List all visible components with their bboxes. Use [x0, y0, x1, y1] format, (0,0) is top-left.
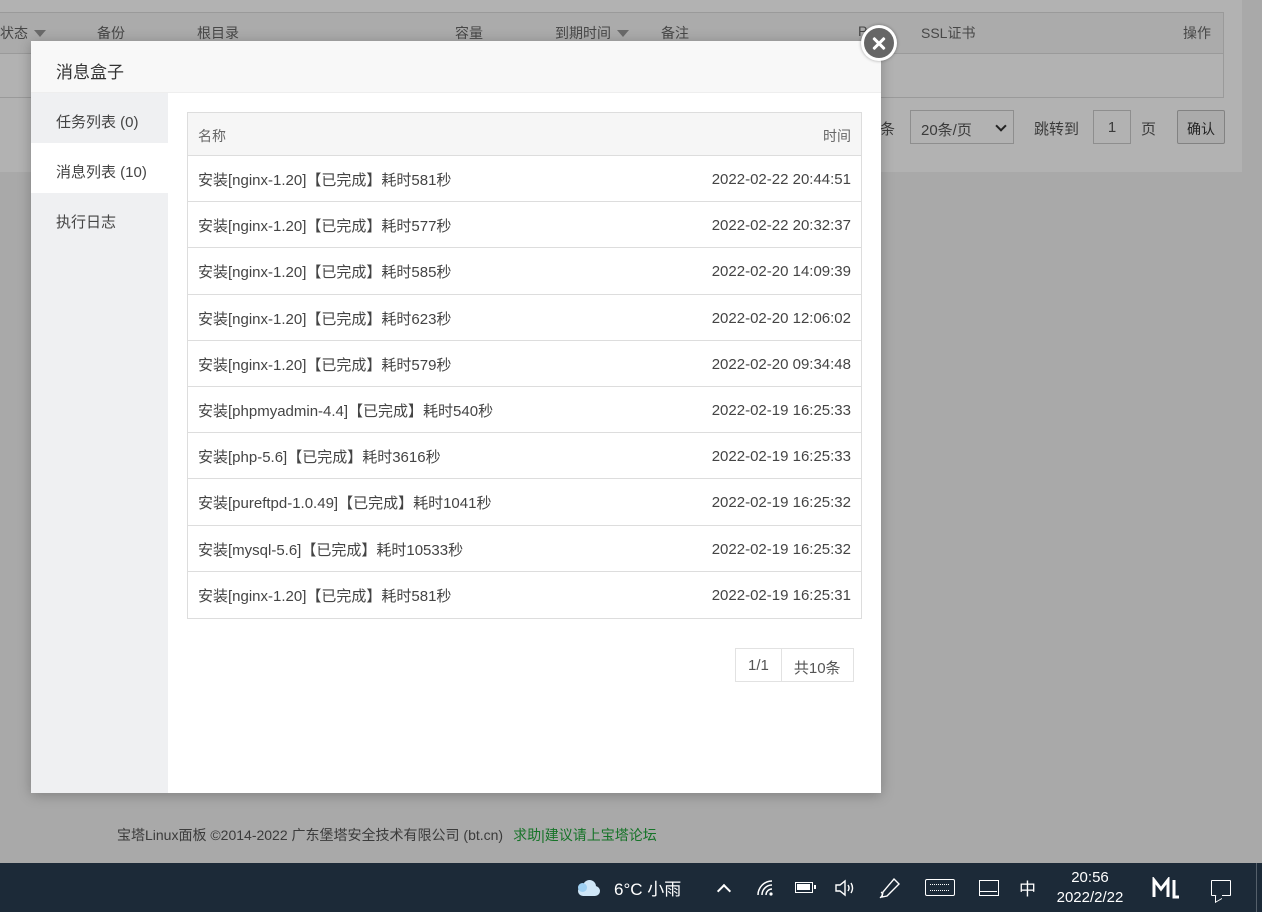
message-table-header: 名称 时间 — [188, 113, 861, 156]
show-desktop-divider[interactable] — [1256, 863, 1257, 912]
tablet-mode-button[interactable] — [979, 863, 999, 912]
table-row: 安装[nginx-1.20]【已完成】耗时623秒 2022-02-20 12:0… — [188, 295, 861, 341]
message-name: 安装[nginx-1.20]【已完成】耗时577秒 — [198, 218, 452, 236]
pen-icon — [879, 877, 900, 898]
tab-execution-log[interactable]: 执行日志 — [31, 193, 168, 243]
notification-center-button[interactable] — [1211, 863, 1231, 912]
ime-indicator: 中 — [1019, 880, 1036, 899]
chevron-up-icon — [716, 883, 732, 898]
battery-icon — [795, 882, 816, 893]
weather-widget[interactable]: 6°C 小雨 — [576, 863, 681, 912]
message-name: 安装[nginx-1.20]【已完成】耗时623秒 — [198, 310, 452, 328]
touch-keyboard-button[interactable] — [925, 863, 955, 912]
message-time: 2022-02-22 20:32:37 — [711, 217, 851, 235]
tab-message-list[interactable]: 消息列表 (10) — [31, 143, 168, 193]
message-time: 2022-02-19 16:25:32 — [711, 540, 851, 558]
table-row: 安装[nginx-1.20]【已完成】耗时585秒 2022-02-20 14:0… — [188, 248, 861, 295]
message-time: 2022-02-20 12:06:02 — [711, 309, 851, 327]
header-name: 名称 — [198, 128, 226, 144]
message-name: 安装[pureftpd-1.0.49]【已完成】耗时1041秒 — [198, 495, 492, 513]
tablet-mode-icon — [979, 879, 999, 896]
message-name: 安装[php-5.6]【已完成】耗时3616秒 — [198, 449, 441, 467]
message-table-body: 安装[nginx-1.20]【已完成】耗时581秒 2022-02-22 20:4… — [188, 156, 861, 618]
notification-icon — [1211, 879, 1231, 896]
message-time: 2022-02-19 16:25:33 — [711, 448, 851, 466]
close-icon[interactable] — [864, 28, 894, 58]
message-time: 2022-02-20 14:09:39 — [711, 263, 851, 281]
page-indicator: 1/1 — [748, 657, 769, 674]
table-row: 安装[nginx-1.20]【已完成】耗时577秒 2022-02-22 20:3… — [188, 202, 861, 249]
battery-button[interactable] — [795, 863, 816, 912]
message-box-dialog: 消息盒子 任务列表 (0) 消息列表 (10) 执行日志 名称 时间 安装[ng… — [31, 41, 881, 793]
message-name: 安装[nginx-1.20]【已完成】耗时585秒 — [198, 264, 452, 282]
windows-taskbar: 6°C 小雨 中 20:56 2022/2/22 — [0, 863, 1262, 912]
dialog-sidebar: 任务列表 (0) 消息列表 (10) 执行日志 — [31, 93, 168, 793]
table-row: 安装[nginx-1.20]【已完成】耗时579秒 2022-02-20 09:3… — [188, 341, 861, 387]
show-hidden-icons-button[interactable] — [716, 863, 732, 912]
message-time: 2022-02-22 20:44:51 — [711, 171, 851, 188]
message-time: 2022-02-19 16:25:33 — [711, 401, 851, 419]
pen-workspace-button[interactable] — [878, 863, 902, 912]
tab-task-list[interactable]: 任务列表 (0) — [31, 93, 168, 143]
table-row: 安装[pureftpd-1.0.49]【已完成】耗时1041秒 2022-02-1… — [188, 479, 861, 526]
message-pagination: 1/1 共10条 — [735, 648, 854, 682]
volume-button[interactable] — [834, 863, 856, 912]
message-name: 安装[nginx-1.20]【已完成】耗时581秒 — [198, 587, 452, 605]
keyboard-icon — [925, 879, 955, 896]
message-time: 2022-02-19 16:25:32 — [711, 494, 851, 512]
message-name: 安装[nginx-1.20]【已完成】耗时581秒 — [198, 172, 452, 189]
network-icon — [757, 879, 773, 896]
header-time: 时间 — [823, 128, 851, 144]
taskbar-clock[interactable]: 20:56 2022/2/22 — [1050, 868, 1130, 908]
table-row: 安装[nginx-1.20]【已完成】耗时581秒 2022-02-19 16:2… — [188, 572, 861, 618]
volume-icon — [835, 879, 854, 896]
message-time: 2022-02-19 16:25:31 — [711, 586, 851, 604]
message-name: 安装[phpmyadmin-4.4]【已完成】耗时540秒 — [198, 402, 494, 420]
weather-cloud-icon — [576, 878, 602, 898]
close-button[interactable] — [861, 25, 897, 61]
table-row: 安装[mysql-5.6]【已完成】耗时10533秒 2022-02-19 16:… — [188, 526, 861, 572]
table-row: 安装[phpmyadmin-4.4]【已完成】耗时540秒 2022-02-19 … — [188, 387, 861, 434]
message-list-content: 名称 时间 安装[nginx-1.20]【已完成】耗时581秒 2022-02-2… — [168, 93, 881, 793]
clock-time: 20:56 — [1071, 869, 1109, 886]
message-name: 安装[nginx-1.20]【已完成】耗时579秒 — [198, 356, 452, 374]
message-table: 名称 时间 安装[nginx-1.20]【已完成】耗时581秒 2022-02-2… — [187, 112, 862, 619]
app-m-button[interactable] — [1152, 863, 1180, 912]
message-name: 安装[mysql-5.6]【已完成】耗时10533秒 — [198, 541, 464, 559]
total-count: 共10条 — [780, 649, 853, 681]
app-m-icon — [1152, 876, 1179, 898]
table-row: 安装[php-5.6]【已完成】耗时3616秒 2022-02-19 16:25:… — [188, 433, 861, 480]
clock-date: 2022/2/22 — [1056, 889, 1124, 906]
message-time: 2022-02-20 09:34:48 — [711, 355, 851, 373]
table-row: 安装[nginx-1.20]【已完成】耗时581秒 2022-02-22 20:4… — [188, 156, 861, 203]
network-button[interactable] — [756, 863, 776, 912]
weather-text: 6°C 小雨 — [614, 880, 682, 899]
input-method-button[interactable]: 中 — [1019, 863, 1036, 912]
dialog-title: 消息盒子 — [31, 41, 881, 93]
